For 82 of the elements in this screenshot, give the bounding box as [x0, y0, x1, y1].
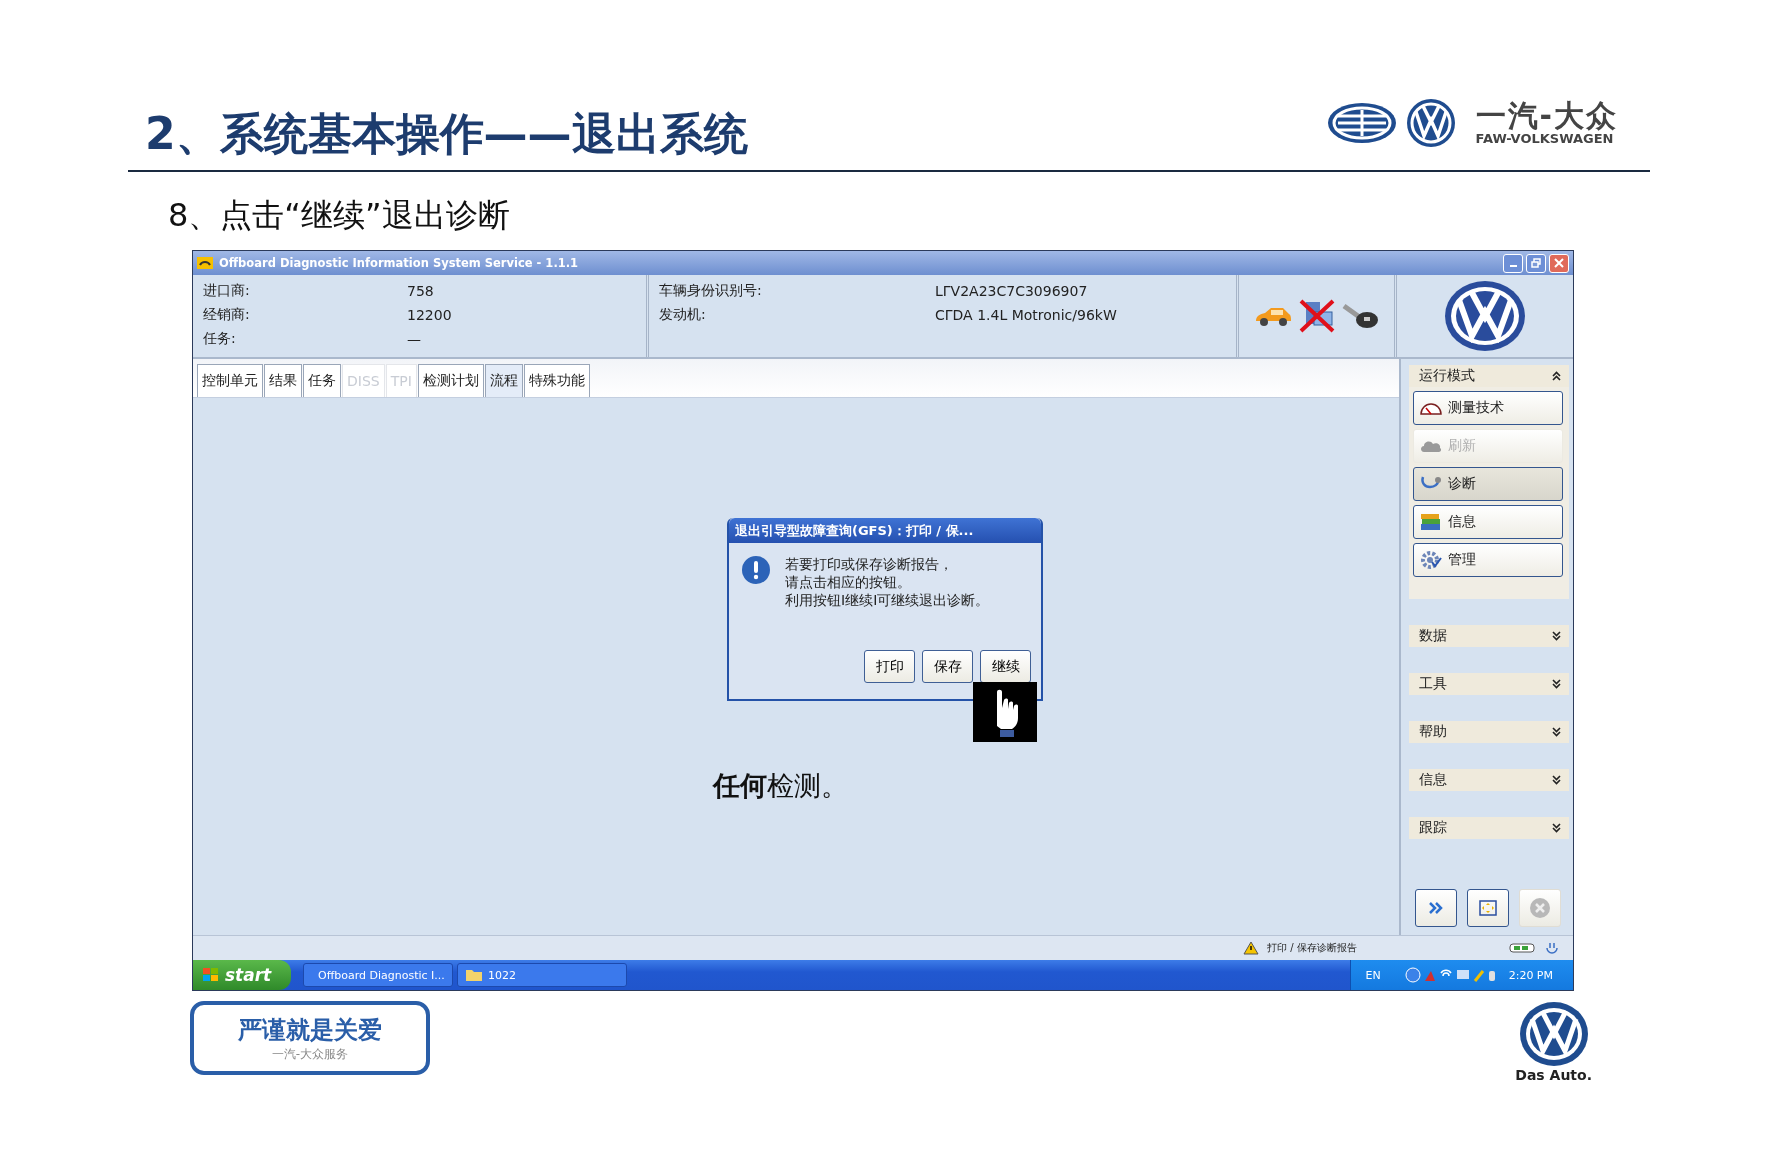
- restore-button[interactable]: [1526, 253, 1546, 273]
- info-label: 经销商:: [203, 306, 251, 325]
- section-title: 帮助: [1419, 723, 1447, 742]
- close-button[interactable]: [1549, 253, 1569, 273]
- tab[interactable]: 结果: [264, 364, 302, 398]
- sidebar-section-header[interactable]: 工具: [1409, 673, 1569, 696]
- sidebar-button[interactable]: 诊断: [1413, 467, 1563, 502]
- forward-button[interactable]: [1415, 889, 1457, 928]
- key-icon: [1341, 302, 1380, 331]
- sidebar-button[interactable]: 信息: [1413, 505, 1563, 540]
- restore-icon: [1531, 258, 1541, 269]
- minimize-button[interactable]: [1503, 253, 1523, 273]
- section-title: 跟踪: [1419, 819, 1447, 838]
- info-label: 进口商:: [203, 282, 251, 301]
- taskbar-button[interactable]: Offboard Diagnostic I...: [303, 963, 453, 988]
- info-value: CΓDA 1.4L Motronic/96kW: [935, 307, 1117, 324]
- vw-logo-icon: [1444, 280, 1526, 353]
- info-value: LΓV2A23C7C3096907: [935, 283, 1088, 300]
- tab[interactable]: 任务: [303, 364, 341, 398]
- dialog-button[interactable]: 保存: [922, 650, 973, 684]
- sidebar-section-header[interactable]: 数据: [1409, 625, 1569, 648]
- info-value: 12200: [407, 307, 452, 324]
- dialog-button[interactable]: 打印: [864, 650, 915, 684]
- info-value: —: [407, 331, 421, 348]
- section-title: 运行模式: [1419, 367, 1475, 386]
- info-label: 车辆身份识别号:: [659, 282, 763, 301]
- tab[interactable]: 检测计划: [417, 364, 484, 398]
- sidebar-section-header[interactable]: 运行模式: [1409, 365, 1569, 388]
- tab[interactable]: 特殊功能: [523, 364, 590, 398]
- sidebar-button[interactable]: 测量技术: [1413, 391, 1563, 426]
- double-chevron-icon: [1429, 902, 1443, 915]
- books-icon: [1420, 513, 1442, 532]
- brand-name-english: FAW-VOLKSWAGEN: [1475, 130, 1614, 146]
- sidebar-section-header[interactable]: 帮助: [1409, 721, 1569, 744]
- minimize-icon: [1509, 265, 1517, 268]
- info-value: 758: [407, 283, 434, 300]
- tab[interactable]: 控制单元: [197, 364, 263, 398]
- section-title: 信息: [1419, 771, 1447, 790]
- hand-cursor-icon: [973, 682, 1037, 743]
- vw-logo-icon: [1405, 98, 1456, 148]
- sidebar-section-header[interactable]: 信息: [1409, 769, 1569, 792]
- step-instruction: 8、点击“继续”退出诊断: [167, 195, 511, 236]
- warning-icon: [1243, 941, 1259, 956]
- tagline: Das Auto.: [1515, 1067, 1592, 1084]
- gauge-icon: [1420, 401, 1442, 416]
- vw-logo-icon: [1518, 1001, 1589, 1068]
- dialog-message: 若要打印或保存诊断报告，: [785, 555, 954, 574]
- brand-name: 一汽-大众: [1475, 100, 1618, 131]
- windows-logo-icon: [203, 968, 219, 983]
- dialog-title: 退出引导型故障查询(GFS)：打印 / 保...: [729, 518, 1041, 544]
- sidebar-button[interactable]: 管理: [1413, 543, 1563, 578]
- section-title: 工具: [1419, 675, 1447, 694]
- window-title: Offboard Diagnostic Information System Service - 1.1.1: [219, 256, 579, 271]
- clock: 2:20 PM: [1508, 968, 1553, 982]
- sidebar-section-header[interactable]: 跟踪: [1409, 817, 1569, 840]
- gear-icon: [1420, 550, 1442, 571]
- slogan-text: 严谨就是关爱: [238, 1014, 382, 1046]
- info-icon: [741, 555, 771, 586]
- taskbar-button[interactable]: 1022: [457, 963, 627, 988]
- close-icon: [1554, 258, 1564, 269]
- status-message: 打印 / 保存诊断报告: [1267, 941, 1357, 956]
- battery-icon: [1509, 943, 1537, 954]
- section-title: 数据: [1419, 627, 1447, 646]
- car-icon: [1253, 305, 1292, 328]
- slide-title: 2、系统基本操作——退出系统: [145, 112, 748, 156]
- dialog-button[interactable]: 继续: [980, 650, 1031, 684]
- info-label: 任务:: [203, 330, 237, 349]
- disconnected-computer-icon: [1297, 298, 1336, 335]
- fit-view-button[interactable]: [1467, 889, 1509, 928]
- language-indicator: EN: [1365, 968, 1381, 982]
- frame-icon: [1477, 898, 1499, 919]
- faw-logo-icon: [1325, 101, 1398, 145]
- dialog-message: 利用按钮I继续I可继续退出诊断。: [785, 591, 990, 610]
- info-label: 发动机:: [659, 306, 707, 325]
- dialog-message: 请点击相应的按钮。: [785, 573, 912, 592]
- folder-icon: [466, 969, 482, 982]
- tab[interactable]: 流程: [484, 364, 523, 398]
- app-icon: [197, 257, 213, 270]
- status-message: 任何检测。: [713, 769, 848, 804]
- cancel-icon: [1529, 897, 1551, 920]
- slogan-subtext: 一汽-大众服务: [271, 1045, 349, 1063]
- cancel-button[interactable]: [1519, 889, 1561, 928]
